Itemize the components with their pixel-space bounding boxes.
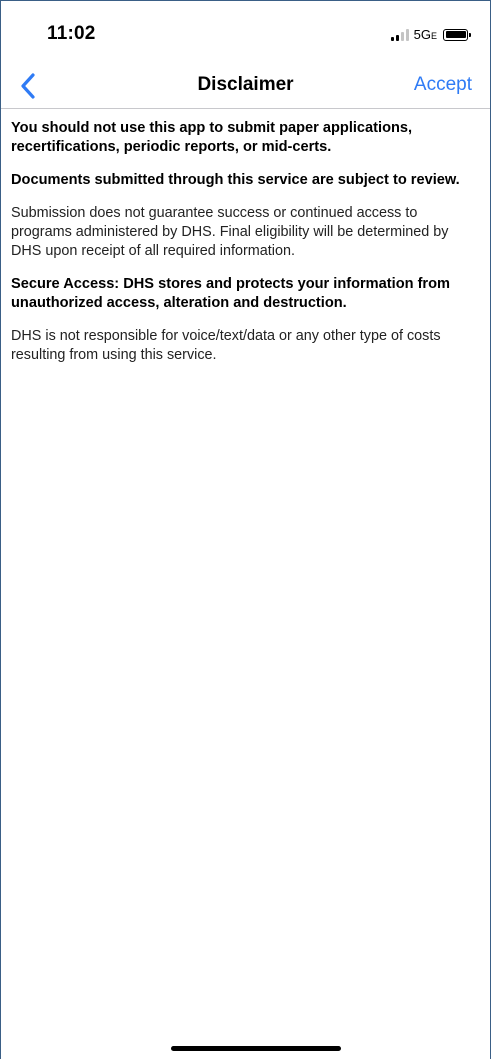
signal-icon (390, 28, 409, 41)
disclaimer-paragraph: Submission does not guarantee success or… (11, 205, 449, 259)
disclaimer-content: You should not use this app to submit pa… (11, 119, 482, 379)
disclaimer-paragraph: DHS is not responsible for voice/text/da… (11, 328, 441, 363)
battery-icon (443, 28, 471, 41)
status-bar: 11:02 5GE (1, 1, 490, 63)
disclaimer-paragraph: You should not use this app to submit pa… (11, 120, 413, 155)
network-label: 5GE (413, 27, 437, 42)
phone-screen: 11:02 5GE Disclaimer Accept You should n… (0, 0, 491, 1059)
disclaimer-paragraph: Documents submitted through this service… (11, 172, 460, 188)
status-indicators: 5GE (390, 27, 471, 42)
status-time: 11:02 (47, 23, 96, 44)
home-indicator[interactable] (171, 1046, 341, 1051)
navigation-bar: Disclaimer Accept (1, 63, 490, 109)
disclaimer-paragraph: Secure Access: DHS stores and protects y… (11, 276, 451, 311)
accept-button[interactable]: Accept (414, 74, 472, 96)
